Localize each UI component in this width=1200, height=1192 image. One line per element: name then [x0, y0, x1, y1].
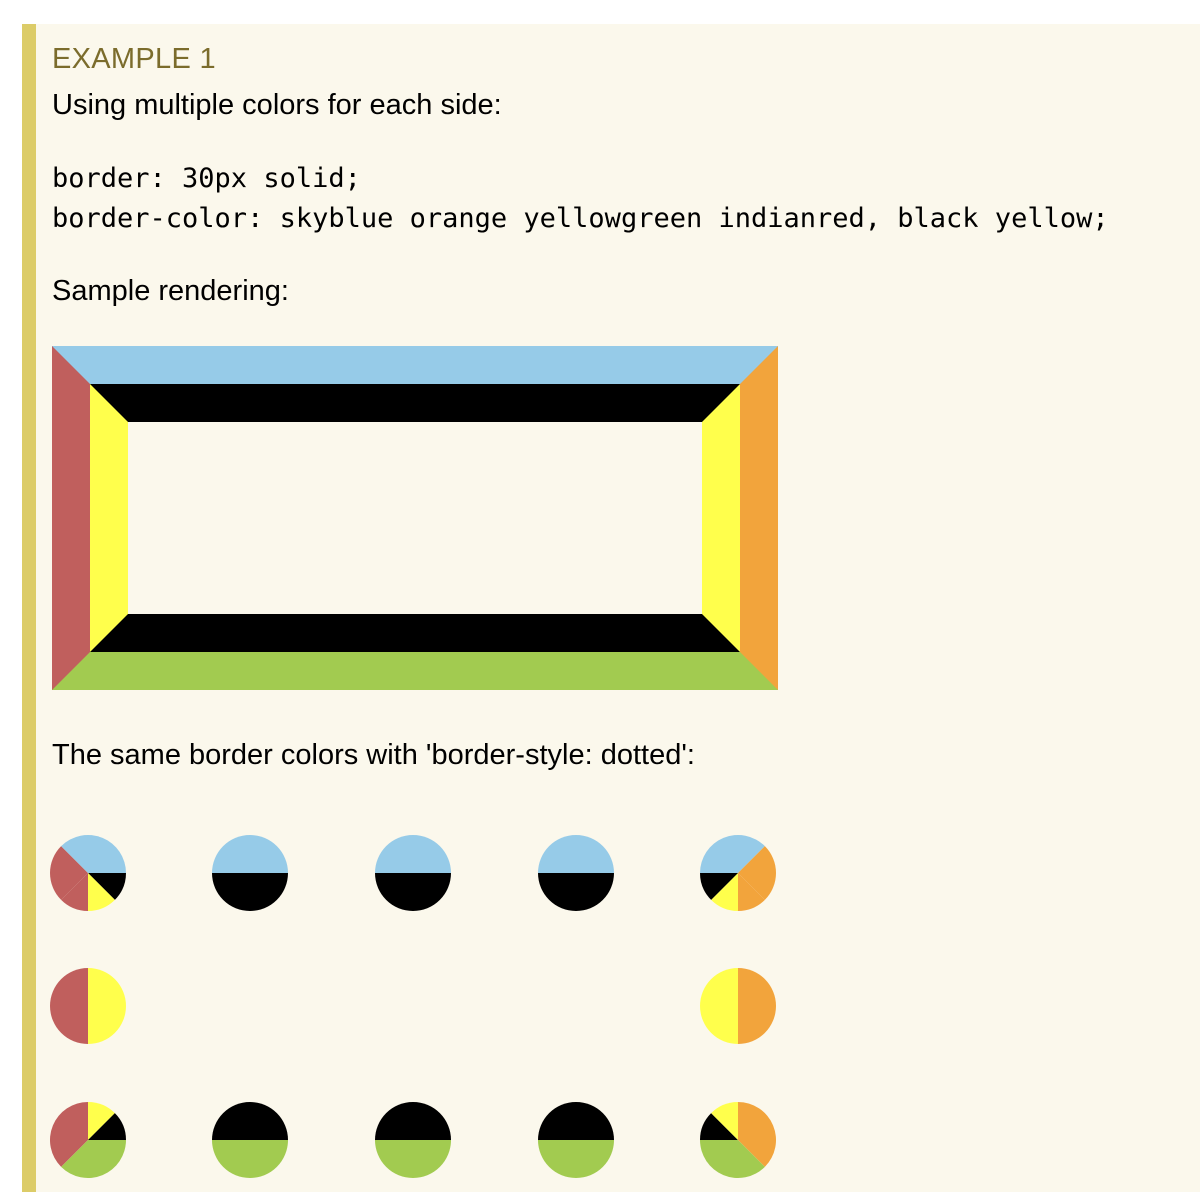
dot-top-2	[212, 835, 288, 911]
dot-bottom-3	[375, 1102, 451, 1178]
dot-top-3	[375, 835, 451, 911]
dot-segment	[212, 1140, 288, 1178]
sample-heading: Sample rendering:	[52, 275, 289, 307]
dot-segment	[212, 873, 288, 911]
dot-segment	[375, 835, 451, 873]
code-line-border: border: 30px solid;	[52, 163, 361, 194]
code-line-border-color: border-color: skyblue orange yellowgreen…	[52, 203, 1109, 234]
sample-inner-border	[90, 384, 740, 652]
intro-text: Using multiple colors for each side:	[52, 89, 502, 121]
dot-middle-right	[700, 968, 776, 1044]
dot-top-left	[50, 835, 126, 911]
example-label: EXAMPLE 1	[52, 43, 216, 75]
dot-bottom-right	[700, 1102, 776, 1178]
example-panel: EXAMPLE 1 Using multiple colors for each…	[22, 24, 1200, 1192]
dot-middle-left	[50, 968, 126, 1044]
dot-bottom-2	[212, 1102, 288, 1178]
dot-segment	[88, 968, 126, 1044]
dot-segment	[700, 968, 738, 1044]
dot-segment	[538, 873, 614, 911]
dot-segment	[212, 835, 288, 873]
dot-bottom-left	[50, 1102, 126, 1178]
dot-segment	[375, 1140, 451, 1178]
dot-segment	[50, 968, 88, 1044]
dot-segment	[738, 968, 776, 1044]
dot-segment	[375, 1102, 451, 1140]
dot-segment	[538, 1140, 614, 1178]
dot-bottom-4	[538, 1102, 614, 1178]
dot-segment	[538, 1102, 614, 1140]
sample-border-rendering	[52, 346, 778, 690]
dot-top-right	[700, 835, 776, 911]
dotted-heading: The same border colors with 'border-styl…	[52, 739, 695, 771]
dotted-border-rendering	[50, 835, 776, 1178]
dot-segment	[212, 1102, 288, 1140]
dot-segment	[375, 873, 451, 911]
dot-segment	[538, 835, 614, 873]
dot-top-4	[538, 835, 614, 911]
